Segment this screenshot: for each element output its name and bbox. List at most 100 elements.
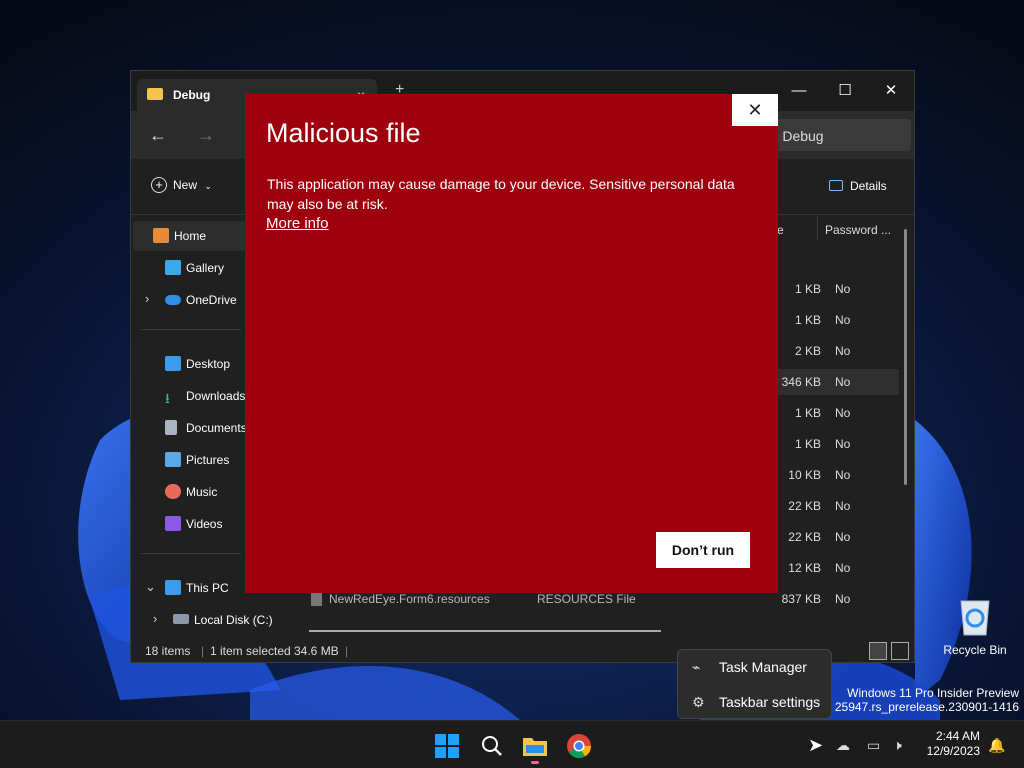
recycle-bin[interactable]: Recycle Bin xyxy=(940,595,1010,657)
notification-bell-icon[interactable]: 🔔 xyxy=(988,737,1005,754)
sidebar-item-label: Home xyxy=(174,229,207,243)
row-type: RESOURCES File xyxy=(537,592,636,606)
details-button[interactable]: Details xyxy=(829,179,887,193)
clock-time: 2:44 AM xyxy=(935,729,980,743)
network-icon[interactable]: ▭ xyxy=(867,737,880,754)
dont-run-button[interactable]: Don’t run xyxy=(656,532,750,568)
computer-icon xyxy=(165,580,181,595)
horizontal-scrollbar[interactable] xyxy=(309,630,661,632)
task-manager-icon: ⌁ xyxy=(692,659,701,675)
row-size: 12 KB xyxy=(788,561,821,575)
taskbar: ➤ ☁ ▭ 🕨 2:44 AM 12/9/2023 🔔 xyxy=(0,720,1024,768)
videos-icon xyxy=(165,516,181,531)
sidebar-item-label: This PC xyxy=(186,581,229,595)
minimize-button[interactable]: — xyxy=(779,77,819,105)
row-password: No xyxy=(835,313,851,327)
taskbar-context-menu: ⌁ Task Manager ⚙ Taskbar settings xyxy=(677,649,832,719)
row-password: No xyxy=(835,375,851,389)
selection-size: 34.6 MB xyxy=(294,644,339,658)
clock-date: 12/9/2023 xyxy=(926,744,980,758)
status-divider: | xyxy=(345,644,349,658)
new-button[interactable]: + New ⌄ xyxy=(151,177,212,193)
chrome-icon[interactable] xyxy=(566,733,592,759)
system-clock[interactable]: 2:44 AM 12/9/2023 xyxy=(918,729,980,759)
row-size: 2 KB xyxy=(794,344,821,358)
volume-icon[interactable]: 🕨 xyxy=(893,737,902,754)
music-icon xyxy=(165,484,181,499)
drive-icon xyxy=(173,614,189,624)
watermark-line: Windows 11 Pro Insider Preview xyxy=(847,686,1019,700)
chevron-down-icon[interactable]: ⌄ xyxy=(145,579,156,595)
details-label: Details xyxy=(850,179,887,193)
sidebar-item-label: OneDrive xyxy=(186,293,237,307)
chevron-right-icon[interactable]: › xyxy=(145,291,149,306)
more-info-link[interactable]: More info xyxy=(266,215,329,232)
dialog-message: This application may cause damage to you… xyxy=(267,176,735,212)
back-arrow-icon[interactable]: ← xyxy=(149,125,167,146)
row-size: 1 KB xyxy=(794,313,821,327)
row-size: 10 KB xyxy=(788,468,821,482)
sidebar-item-label: Pictures xyxy=(186,453,230,467)
plus-icon: + xyxy=(151,177,167,193)
row-size: 837 KB xyxy=(781,592,821,606)
watermark-line: uild 25947.rs_prerelease.230901-1416 xyxy=(812,700,1019,714)
chevron-right-icon[interactable]: › xyxy=(153,611,157,626)
gallery-icon xyxy=(165,260,181,275)
status-divider: | xyxy=(201,644,205,658)
pictures-icon xyxy=(165,452,181,467)
column-header-size[interactable]: e xyxy=(777,223,784,253)
row-password: No xyxy=(835,437,851,451)
item-count: 18 items xyxy=(145,644,191,658)
details-pane-icon xyxy=(829,180,843,191)
dialog-close-button[interactable]: ✕ xyxy=(732,94,778,126)
menu-item-label: Taskbar settings xyxy=(719,694,821,710)
column-divider xyxy=(817,215,818,241)
row-size: 22 KB xyxy=(788,530,821,544)
search-icon[interactable] xyxy=(479,733,505,759)
file-icon xyxy=(311,593,322,606)
sidebar-item-label: Videos xyxy=(186,517,223,531)
windows-start-icon[interactable] xyxy=(434,733,460,759)
tab-label: Debug xyxy=(173,88,211,102)
menu-item-label: Task Manager xyxy=(719,659,807,675)
row-name: NewRedEye.Form6.resources xyxy=(329,592,490,606)
sidebar-item-label: Gallery xyxy=(186,261,225,275)
new-label: New xyxy=(173,178,198,192)
malicious-file-dialog: ✕ Malicious file This application may ca… xyxy=(245,94,778,593)
download-icon: ⭳ xyxy=(165,390,170,406)
desktop-icon xyxy=(165,356,181,371)
cloud-icon xyxy=(165,295,181,305)
close-window-button[interactable]: ✕ xyxy=(871,77,911,105)
menu-item-taskbar-settings[interactable]: ⚙ Taskbar settings xyxy=(678,685,831,719)
row-password: No xyxy=(835,561,851,575)
row-password: No xyxy=(835,344,851,358)
recycle-bin-label: Recycle Bin xyxy=(943,643,1007,657)
row-password: No xyxy=(835,406,851,420)
vertical-scrollbar[interactable] xyxy=(904,229,907,485)
sidebar-item-label: Local Disk (C:) xyxy=(194,613,273,627)
active-app-indicator xyxy=(531,761,539,764)
sidebar-item-local-disk[interactable]: › Local Disk (C:) xyxy=(153,605,303,635)
row-size: 1 KB xyxy=(794,437,821,451)
sidebar-item-label: Downloads xyxy=(186,389,246,403)
file-explorer-icon[interactable] xyxy=(522,733,548,764)
tiles-view-button[interactable] xyxy=(891,642,909,660)
menu-item-task-manager[interactable]: ⌁ Task Manager xyxy=(678,650,831,684)
details-view-button[interactable] xyxy=(869,642,887,660)
column-header-password[interactable]: Password ... xyxy=(825,223,891,253)
folder-icon xyxy=(147,88,163,100)
row-password: No xyxy=(835,499,851,513)
windows-watermark: Windows 11 Pro Insider Preview uild 2594… xyxy=(813,686,1019,714)
row-size: 346 KB xyxy=(781,375,821,389)
row-password: No xyxy=(835,530,851,544)
chevron-down-icon: ⌄ xyxy=(204,181,212,191)
forward-arrow-icon[interactable]: → xyxy=(197,125,215,146)
onedrive-cloud-icon[interactable]: ☁ xyxy=(836,737,850,754)
maximize-button[interactable]: ☐ xyxy=(825,77,865,105)
gear-icon: ⚙ xyxy=(692,694,705,710)
divider xyxy=(141,553,241,554)
mouse-cursor-icon: ➤ xyxy=(808,735,824,755)
sidebar-item-label: Music xyxy=(186,485,218,499)
selection-count: 1 item selected xyxy=(210,644,291,658)
sidebar-item-label: Desktop xyxy=(186,357,231,371)
